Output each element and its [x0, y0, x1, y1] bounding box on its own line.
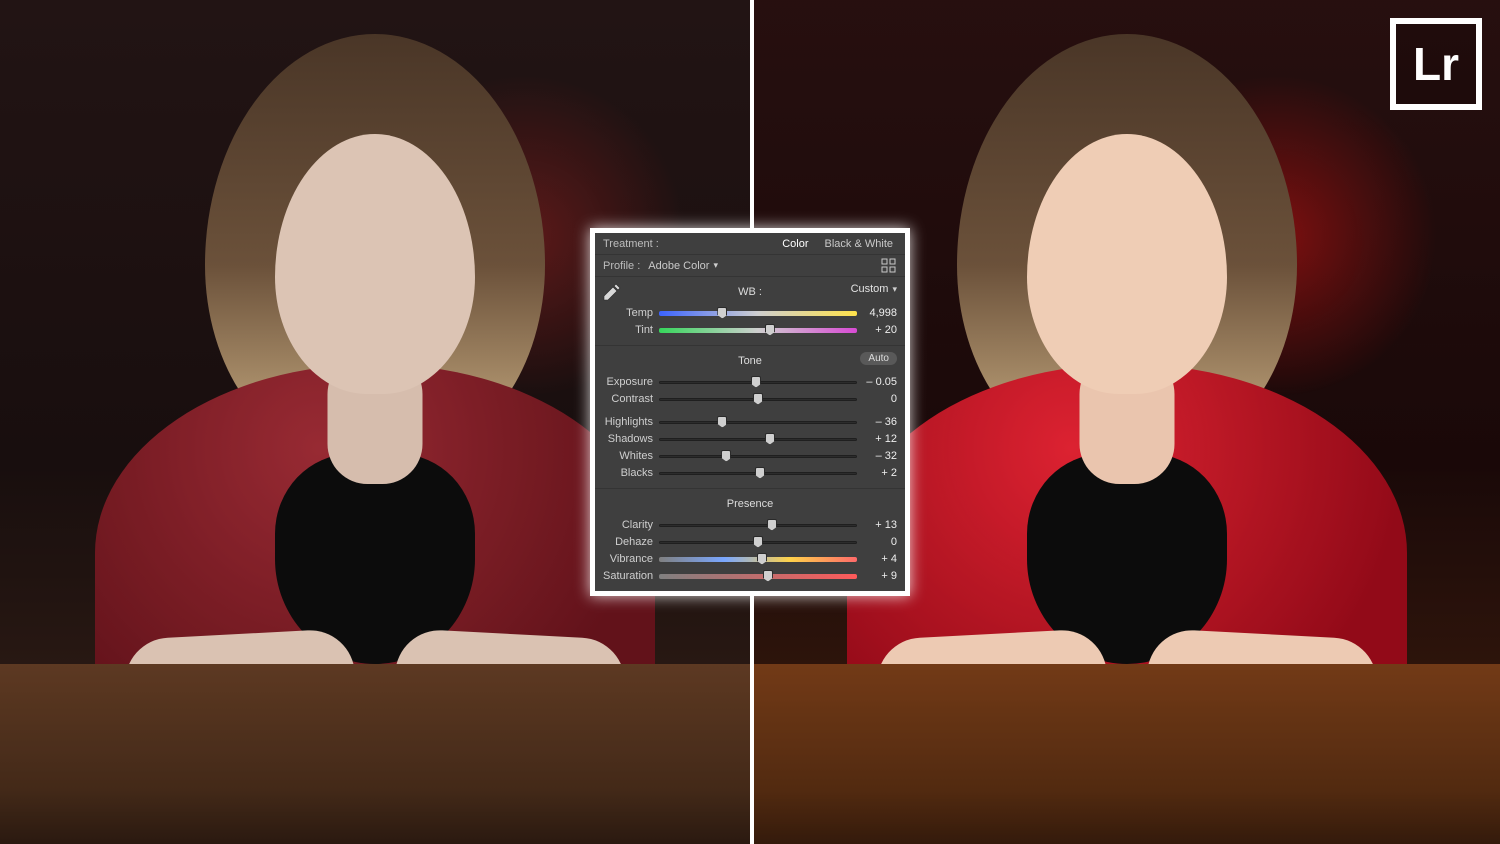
blacks-value: + 2	[857, 467, 897, 479]
wb-mode-dropdown[interactable]: Custom▾	[851, 283, 897, 295]
clarity-slider[interactable]: Clarity + 13	[603, 517, 897, 532]
shadows-slider[interactable]: Shadows + 12	[603, 431, 897, 446]
clarity-value: + 13	[857, 519, 897, 531]
vibrance-slider[interactable]: Vibrance + 4	[603, 551, 897, 566]
temp-slider[interactable]: Temp 4,998	[603, 305, 897, 320]
exposure-value: – 0.05	[857, 376, 897, 388]
dehaze-value: 0	[857, 536, 897, 548]
presence-section-title: Presence	[727, 498, 773, 510]
blacks-slider[interactable]: Blacks + 2	[603, 465, 897, 480]
highlights-value: – 36	[857, 416, 897, 428]
temp-value: 4,998	[857, 307, 897, 319]
contrast-slider[interactable]: Contrast 0	[603, 391, 897, 406]
basic-panel: Treatment : Color Black & White Profile …	[590, 228, 910, 596]
tone-auto-button[interactable]: Auto	[860, 352, 897, 365]
contrast-value: 0	[857, 393, 897, 405]
tint-value: + 20	[857, 324, 897, 336]
whites-value: – 32	[857, 450, 897, 462]
profile-label: Profile :	[603, 260, 640, 272]
saturation-slider[interactable]: Saturation + 9	[603, 568, 897, 583]
shadows-value: + 12	[857, 433, 897, 445]
whites-slider[interactable]: Whites – 32	[603, 448, 897, 463]
treatment-color-tab[interactable]: Color	[778, 236, 812, 252]
profile-browser-icon[interactable]	[881, 258, 897, 274]
eyedropper-icon[interactable]	[601, 281, 623, 303]
treatment-bw-tab[interactable]: Black & White	[821, 236, 897, 252]
profile-dropdown-icon[interactable]: ▾	[713, 260, 718, 271]
dehaze-slider[interactable]: Dehaze 0	[603, 534, 897, 549]
treatment-label: Treatment :	[603, 238, 659, 250]
highlights-slider[interactable]: Highlights – 36	[603, 414, 897, 429]
lightroom-logo: Lr	[1390, 18, 1482, 110]
profile-value[interactable]: Adobe Color	[648, 260, 709, 272]
tone-section-title: Tone	[738, 355, 762, 367]
wb-section-title: WB :	[738, 286, 762, 298]
saturation-value: + 9	[857, 570, 897, 582]
exposure-slider[interactable]: Exposure – 0.05	[603, 374, 897, 389]
tint-slider[interactable]: Tint + 20	[603, 322, 897, 337]
vibrance-value: + 4	[857, 553, 897, 565]
